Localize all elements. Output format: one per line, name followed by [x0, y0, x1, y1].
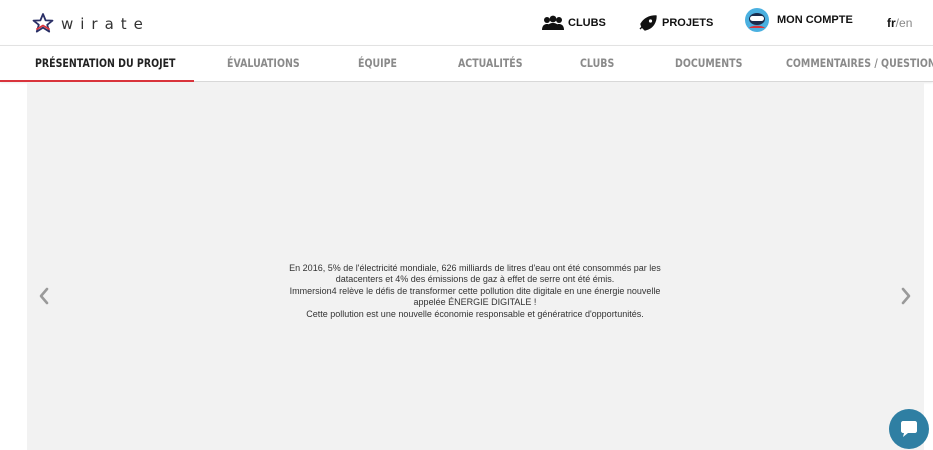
nav-projets-label: PROJETS [662, 17, 714, 29]
slide-line: Cette pollution est une nouvelle économi… [306, 308, 644, 319]
avatar-icon [745, 8, 769, 32]
wirate-logo[interactable]: wirate [31, 10, 150, 36]
tab-clubs[interactable]: CLUBS [580, 46, 614, 82]
slide-text: En 2016, 5% de l'électricité mondiale, 6… [225, 263, 725, 320]
slide-line: appelée ÉNERGIE DIGITALE ! [413, 297, 537, 308]
lang-en[interactable]: en [899, 16, 912, 30]
tab-presentation[interactable]: PRÉSENTATION DU PROJET [35, 46, 175, 82]
chevron-right-icon[interactable] [899, 286, 913, 306]
chat-button[interactable] [889, 409, 929, 449]
tab-documents[interactable]: DOCUMENTS [675, 46, 742, 82]
chat-icon [901, 421, 917, 437]
nav-clubs[interactable]: CLUBS [542, 12, 606, 34]
tab-commentaires[interactable]: COMMENTAIRES / QUESTIONS [786, 46, 933, 82]
tab-equipe[interactable]: ÉQUIPE [358, 46, 397, 82]
project-tabs: PRÉSENTATION DU PROJET ÉVALUATIONS ÉQUIP… [0, 45, 933, 82]
projets-icon [639, 15, 657, 31]
nav-compte-label: MON COMPTE [777, 14, 853, 26]
slide-line: En 2016, 5% de l'électricité mondiale, 6… [289, 263, 661, 273]
nav-projets[interactable]: PROJETS [638, 12, 713, 34]
presentation-carousel: En 2016, 5% de l'électricité mondiale, 6… [27, 82, 924, 450]
logo-text: wirate [61, 15, 150, 33]
slide-line: Immersion4 relève le défis de transforme… [289, 285, 661, 296]
tab-actualites[interactable]: ACTUALITÉS [458, 46, 523, 82]
top-header: wirate CLUBS PROJETS MON COMPTE fr/en [0, 0, 933, 45]
clubs-icon [542, 15, 564, 30]
nav-mon-compte[interactable]: MON COMPTE [743, 8, 853, 32]
star-logo-icon [32, 13, 54, 33]
slide-line: datacenters et 4% des émissions de gaz à… [335, 274, 615, 285]
tab-evaluations[interactable]: ÉVALUATIONS [227, 46, 300, 82]
language-switcher: fr/en [887, 16, 912, 30]
nav-clubs-label: CLUBS [568, 17, 606, 29]
lang-fr[interactable]: fr [887, 16, 896, 30]
chevron-left-icon[interactable] [37, 286, 51, 306]
